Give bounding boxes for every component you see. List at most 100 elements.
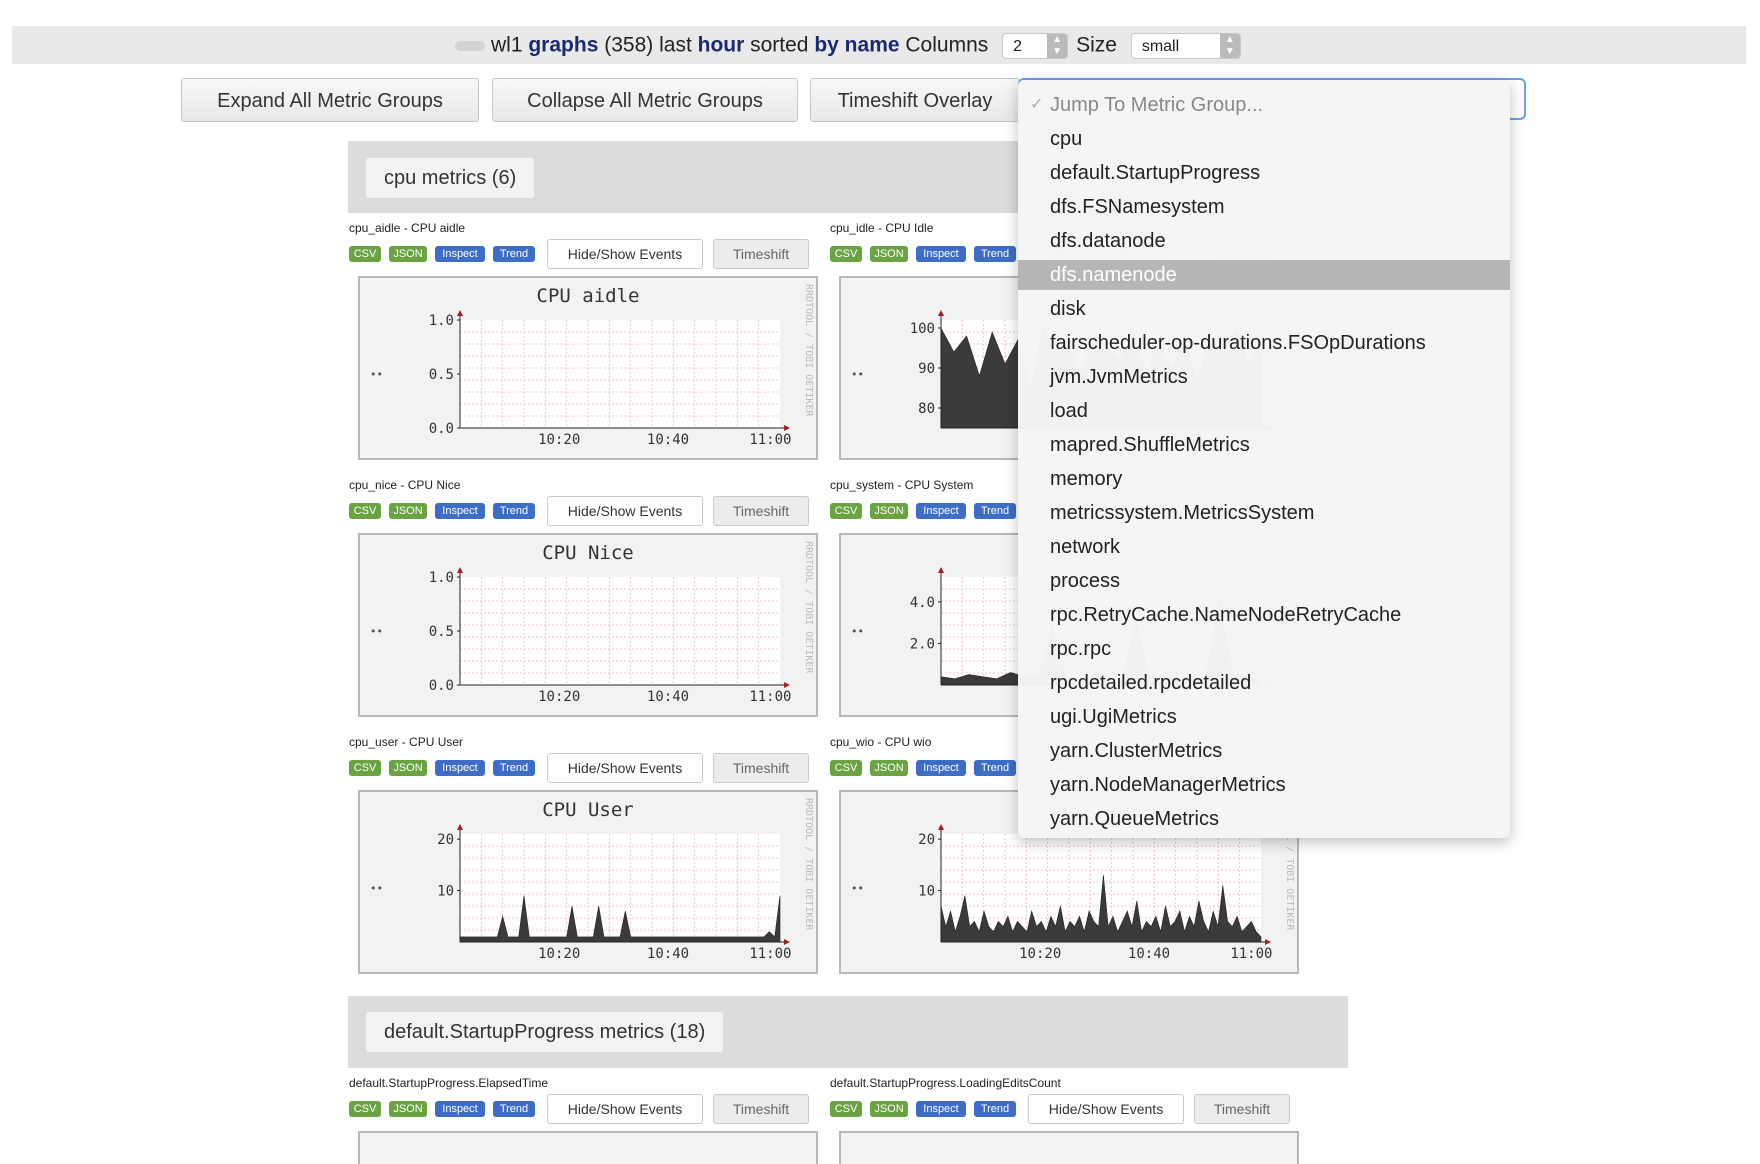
- dropdown-item[interactable]: jvm.JvmMetrics: [1018, 362, 1510, 392]
- dropdown-item[interactable]: rpc.RetryCache.NameNodeRetryCache: [1018, 600, 1510, 630]
- chart-title: CPU Nice: [542, 542, 634, 564]
- group-label-startup[interactable]: default.StartupProgress metrics (18): [366, 1012, 724, 1052]
- json-button[interactable]: JSON: [389, 760, 427, 776]
- stepper-arrows-icon[interactable]: ▲ ▼: [1047, 34, 1068, 58]
- inspect-button[interactable]: Inspect: [916, 1101, 966, 1117]
- y-axis-arrow: [938, 567, 944, 573]
- plot-area: [460, 577, 780, 685]
- inspect-button[interactable]: Inspect: [916, 246, 966, 262]
- dropdown-item-label: load: [1050, 400, 1088, 422]
- csv-button[interactable]: CSV: [830, 1101, 862, 1117]
- size-select[interactable]: small ▲ ▼: [1130, 33, 1241, 59]
- dropdown-item[interactable]: fairscheduler-op-durations.FSOpDurations: [1018, 328, 1510, 358]
- dropdown-item[interactable]: rpcdetailed.rpcdetailed: [1018, 668, 1510, 698]
- columns-stepper[interactable]: 2 ▲ ▼: [1002, 33, 1069, 59]
- dropdown-item-label: jvm.JvmMetrics: [1050, 366, 1188, 388]
- trend-button[interactable]: Trend: [493, 246, 535, 262]
- hide-show-events-button[interactable]: Hide/Show Events: [547, 1094, 703, 1124]
- inspect-button[interactable]: Inspect: [435, 503, 485, 519]
- hide-show-events-button[interactable]: Hide/Show Events: [1028, 1094, 1184, 1124]
- dropdown-item[interactable]: network: [1018, 532, 1510, 562]
- trend-button[interactable]: Trend: [493, 1101, 535, 1117]
- timeshift-button[interactable]: Timeshift: [713, 1094, 809, 1124]
- inspect-button[interactable]: Inspect: [435, 1101, 485, 1117]
- csv-button[interactable]: CSV: [830, 503, 862, 519]
- dropdown-item-label: ugi.UgiMetrics: [1050, 706, 1177, 728]
- dropdown-item[interactable]: process: [1018, 566, 1510, 596]
- dropdown-item[interactable]: metricssystem.MetricsSystem: [1018, 498, 1510, 528]
- dropdown-item[interactable]: disk: [1018, 294, 1510, 324]
- dropdown-item-label: process: [1050, 570, 1121, 592]
- trend-button[interactable]: Trend: [974, 760, 1016, 776]
- dropdown-item-label: mapred.ShuffleMetrics: [1050, 434, 1250, 456]
- x-tick-label: 10:20: [538, 432, 580, 448]
- dropdown-item-label: rpc.rpc: [1050, 638, 1112, 660]
- dropdown-item[interactable]: dfs.FSNamesystem: [1018, 192, 1510, 222]
- trend-button[interactable]: Trend: [493, 760, 535, 776]
- metric-chart[interactable]: [358, 1131, 818, 1164]
- trend-button[interactable]: Trend: [974, 246, 1016, 262]
- dropdown-item[interactable]: memory: [1018, 464, 1510, 494]
- dropdown-item[interactable]: cpu: [1018, 124, 1510, 154]
- checkmark-icon: ✓: [1030, 96, 1044, 113]
- jump-to-group-dropdown[interactable]: ✓ Jump To Metric Group... cpu default.Start…: [1018, 80, 1510, 838]
- inspect-button[interactable]: Inspect: [435, 246, 485, 262]
- json-button[interactable]: JSON: [389, 246, 427, 262]
- y-tick-label: 1.0: [429, 570, 454, 586]
- csv-button[interactable]: CSV: [349, 760, 381, 776]
- chart-title: CPU User: [542, 799, 634, 821]
- json-button[interactable]: JSON: [389, 1101, 427, 1117]
- csv-button[interactable]: CSV: [349, 1101, 381, 1117]
- dropdown-item[interactable]: mapred.ShuffleMetrics: [1018, 430, 1510, 460]
- y-tick-label: 20: [918, 832, 935, 848]
- collapse-all-button[interactable]: Collapse All Metric Groups: [492, 78, 798, 122]
- group-label-cpu[interactable]: cpu metrics (6): [366, 158, 535, 198]
- dropdown-item[interactable]: dfs.datanode: [1018, 226, 1510, 256]
- dropdown-item[interactable]: yarn.ClusterMetrics: [1018, 736, 1510, 766]
- expand-all-button[interactable]: Expand All Metric Groups: [181, 78, 479, 122]
- json-button[interactable]: JSON: [870, 503, 908, 519]
- dropdown-item[interactable]: ugi.UgiMetrics: [1018, 702, 1510, 732]
- csv-button[interactable]: CSV: [830, 246, 862, 262]
- select-arrows-icon[interactable]: ▲ ▼: [1219, 34, 1240, 58]
- graph-summary-line: wl1 graphs (358) last hour sorted by nam…: [455, 33, 1249, 59]
- inspect-button[interactable]: Inspect: [916, 760, 966, 776]
- graphs-word: graphs: [528, 33, 599, 57]
- csv-button[interactable]: CSV: [349, 246, 381, 262]
- dropdown-item[interactable]: yarn.NodeManagerMetrics: [1018, 770, 1510, 800]
- metric-chart[interactable]: 0.0 0.5 1.0 10:20 10:40 11:00 CPU aidle •• RRDTO…: [358, 276, 818, 460]
- metric-chart[interactable]: [839, 1131, 1299, 1164]
- timeshift-button[interactable]: Timeshift: [713, 496, 809, 526]
- dropdown-item[interactable]: rpc.rpc: [1018, 634, 1510, 664]
- dropdown-item[interactable]: dfs.namenode: [1018, 260, 1510, 290]
- chart-svg: 10 20 10:20 10:40 11:00 CPU User •• RRDTOOL / T…: [370, 798, 814, 962]
- dropdown-item[interactable]: load: [1018, 396, 1510, 426]
- metric-chart[interactable]: 10 20 10:20 10:40 11:00 CPU User •• RRDTOOL / T…: [358, 790, 818, 974]
- trend-button[interactable]: Trend: [974, 1101, 1016, 1117]
- timeshift-button[interactable]: Timeshift: [713, 753, 809, 783]
- dropdown-item-label: metricssystem.MetricsSystem: [1050, 502, 1315, 524]
- x-tick-label: 10:20: [1019, 946, 1061, 962]
- trend-button[interactable]: Trend: [493, 503, 535, 519]
- hide-show-events-button[interactable]: Hide/Show Events: [547, 753, 703, 783]
- timeshift-button[interactable]: Timeshift: [1194, 1094, 1290, 1124]
- dropdown-item[interactable]: default.StartupProgress: [1018, 158, 1510, 188]
- json-button[interactable]: JSON: [870, 1101, 908, 1117]
- json-button[interactable]: JSON: [389, 503, 427, 519]
- metric-chart[interactable]: 0.0 0.5 1.0 10:20 10:40 11:00 CPU Nice •• RRDTOO…: [358, 533, 818, 717]
- inspect-button[interactable]: Inspect: [916, 503, 966, 519]
- dropdown-item-label: dfs.FSNamesystem: [1050, 196, 1225, 218]
- dropdown-placeholder[interactable]: ✓ Jump To Metric Group...: [1018, 90, 1510, 120]
- timeshift-button[interactable]: Timeshift: [713, 239, 809, 269]
- csv-button[interactable]: CSV: [349, 503, 381, 519]
- dropdown-item[interactable]: yarn.QueueMetrics: [1018, 804, 1510, 834]
- csv-button[interactable]: CSV: [830, 760, 862, 776]
- hide-show-events-button[interactable]: Hide/Show Events: [547, 496, 703, 526]
- inspect-button[interactable]: Inspect: [435, 760, 485, 776]
- timeshift-overlay-button[interactable]: Timeshift Overlay: [810, 78, 1020, 122]
- metric-title: cpu_idle - CPU Idle: [830, 221, 934, 235]
- hide-show-events-button[interactable]: Hide/Show Events: [547, 239, 703, 269]
- trend-button[interactable]: Trend: [974, 503, 1016, 519]
- json-button[interactable]: JSON: [870, 246, 908, 262]
- json-button[interactable]: JSON: [870, 760, 908, 776]
